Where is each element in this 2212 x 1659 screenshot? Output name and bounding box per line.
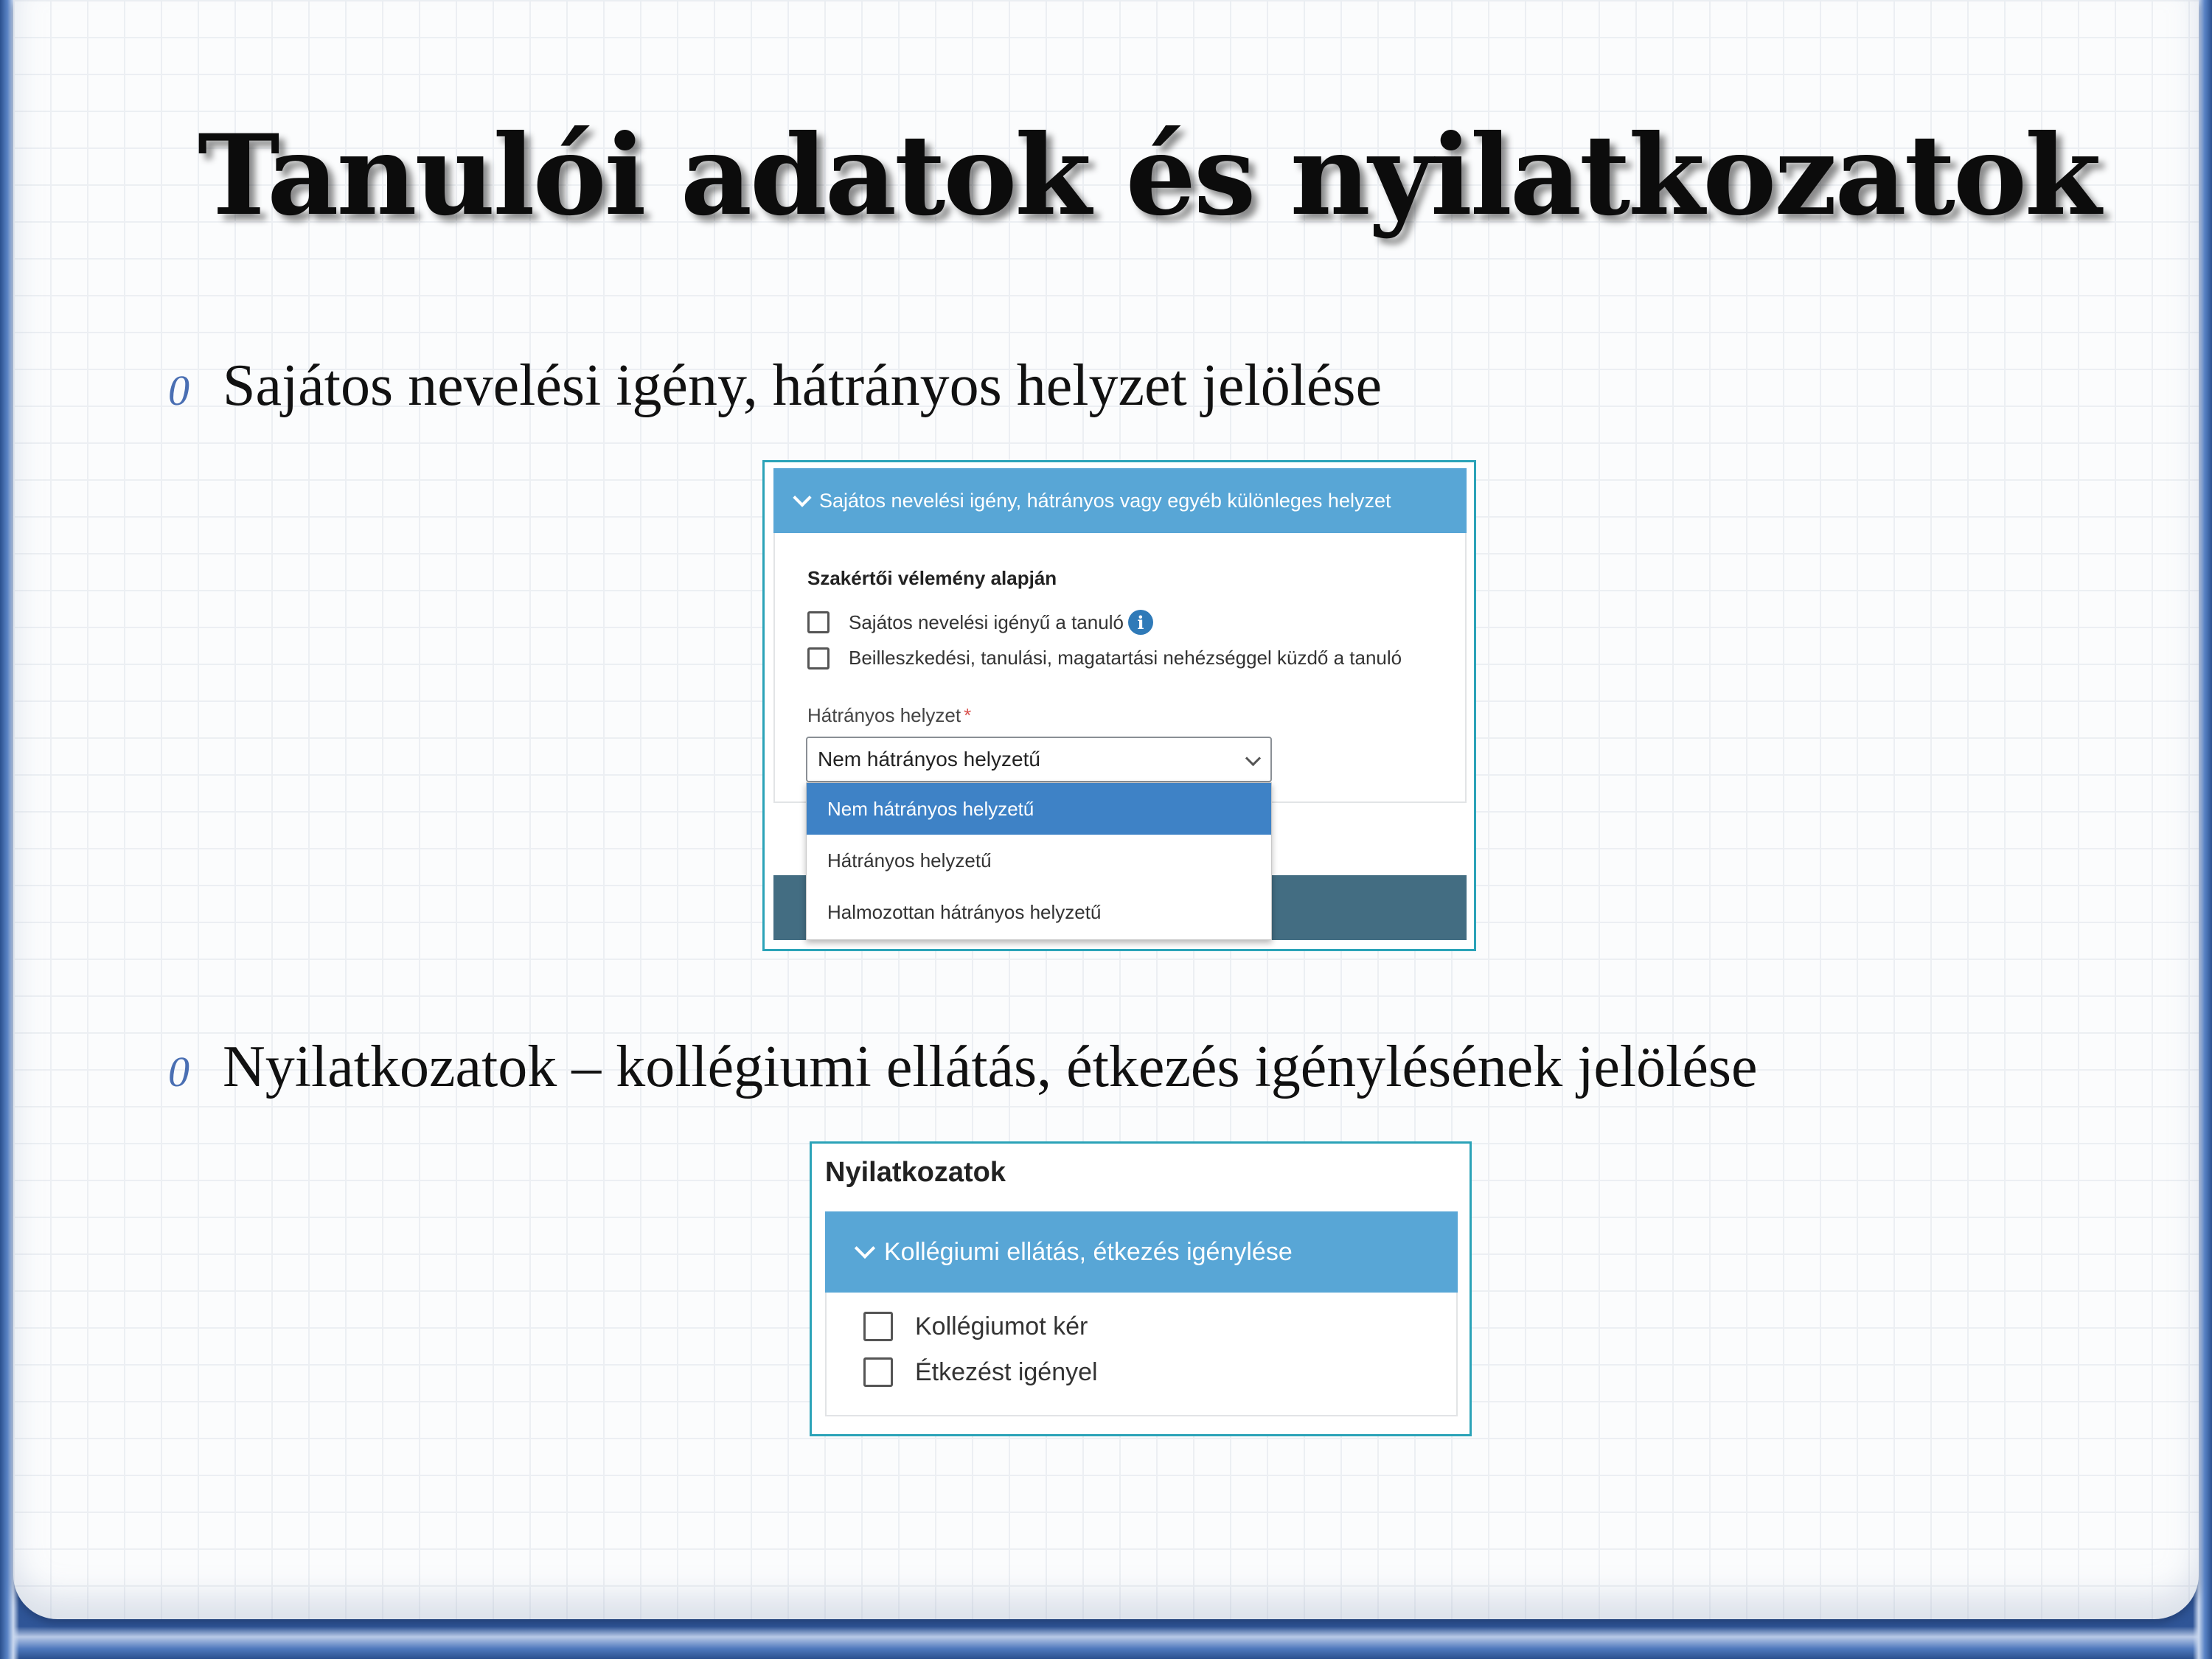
chevron-down-icon: [1245, 750, 1262, 767]
declarations-title: Nyilatkozatok: [825, 1157, 1006, 1188]
section-header-snp[interactable]: Sajátos nevelési igény, hátrányos vagy e…: [773, 468, 1467, 533]
screenshot-snp-form: Sajátos nevelési igény, hátrányos vagy e…: [762, 460, 1476, 951]
dropdown-option[interactable]: Halmozottan hátrányos helyzetű: [807, 886, 1271, 938]
chevron-down-icon: [854, 1237, 876, 1259]
checkbox-label: Kollégiumot kér: [915, 1312, 1088, 1340]
required-mark: *: [964, 704, 972, 726]
section-header-label: Sajátos nevelési igény, hátrányos vagy e…: [819, 489, 1391, 512]
checkbox-row-snp[interactable]: Sajátos nevelési igényű a tanuló i: [807, 610, 1153, 635]
checkbox-row-meals[interactable]: Étkezést igényel: [863, 1357, 1098, 1387]
checkbox-meals[interactable]: [863, 1357, 893, 1387]
checkbox-snp[interactable]: [807, 611, 830, 633]
field-label-text: Hátrányos helyzet: [807, 704, 961, 726]
section-header-dorm-meals[interactable]: Kollégiumi ellátás, étkezés igénylése: [825, 1211, 1458, 1293]
slide: Tanulói adatok és nyilatkozatok 0 Sajáto…: [0, 0, 2212, 1659]
disadvantage-dropdown: Nem hátrányos helyzetű Hátrányos helyzet…: [806, 782, 1272, 940]
dropdown-option[interactable]: Nem hátrányos helyzetű: [807, 783, 1271, 835]
checkbox-label: Beilleszkedési, tanulási, magatartási ne…: [849, 647, 1402, 669]
bullet-snp: 0 Sajátos nevelési igény, hátrányos hely…: [168, 352, 1382, 420]
chevron-down-icon: [793, 488, 812, 507]
disadvantage-field-label: Hátrányos helyzet *: [807, 704, 971, 727]
checkbox-row-dormitory[interactable]: Kollégiumot kér: [863, 1312, 1088, 1341]
disadvantage-select[interactable]: Nem hátrányos helyzetű: [806, 737, 1272, 782]
bullet-mark-icon: 0: [168, 366, 189, 414]
screenshot-declarations: Nyilatkozatok Kollégiumi ellátás, étkezé…: [810, 1141, 1472, 1436]
bullet-text: Sajátos nevelési igény, hátrányos helyze…: [223, 353, 1382, 418]
checkbox-bti[interactable]: [807, 647, 830, 669]
checkbox-row-bti[interactable]: Beilleszkedési, tanulási, magatartási ne…: [807, 647, 1402, 669]
slide-title: Tanulói adatok és nyilatkozatok: [198, 111, 2101, 240]
expert-opinion-heading: Szakértői vélemény alapján: [807, 567, 1057, 589]
info-icon[interactable]: i: [1127, 610, 1153, 635]
slide-paper: Tanulói adatok és nyilatkozatok 0 Sajáto…: [13, 0, 2199, 1619]
checkbox-label: Sajátos nevelési igényű a tanuló: [849, 611, 1124, 633]
checkbox-label: Étkezést igényel: [915, 1357, 1098, 1386]
select-value: Nem hátrányos helyzetű: [818, 748, 1040, 771]
bullet-declarations: 0 Nyilatkozatok – kollégiumi ellátás, ét…: [168, 1034, 1758, 1101]
dropdown-option[interactable]: Hátrányos helyzetű: [807, 835, 1271, 886]
bullet-mark-icon: 0: [168, 1048, 189, 1096]
section-header-label: Kollégiumi ellátás, étkezés igénylése: [884, 1237, 1293, 1266]
checkbox-dormitory[interactable]: [863, 1312, 893, 1341]
bullet-text: Nyilatkozatok – kollégiumi ellátás, étke…: [223, 1034, 1758, 1099]
